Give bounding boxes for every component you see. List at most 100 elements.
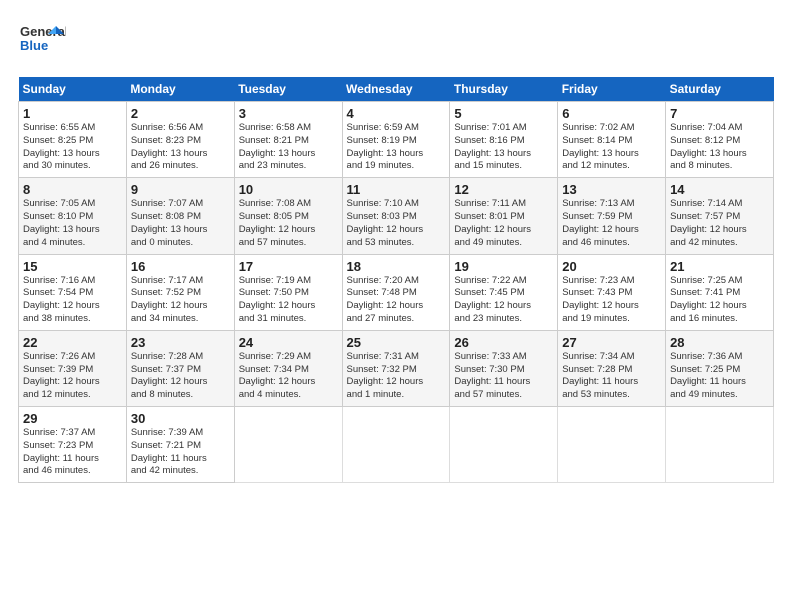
day-info: Sunrise: 6:58 AM Sunset: 8:21 PM Dayligh… <box>239 122 338 173</box>
day-info: Sunrise: 7:28 AM Sunset: 7:37 PM Dayligh… <box>131 351 230 402</box>
day-number: 21 <box>670 259 769 274</box>
col-tuesday: Tuesday <box>234 77 342 102</box>
table-row: 12Sunrise: 7:11 AM Sunset: 8:01 PM Dayli… <box>450 178 558 254</box>
day-number: 7 <box>670 106 769 121</box>
day-number: 25 <box>347 335 446 350</box>
table-row <box>450 407 558 483</box>
day-number: 28 <box>670 335 769 350</box>
day-info: Sunrise: 7:29 AM Sunset: 7:34 PM Dayligh… <box>239 351 338 402</box>
day-number: 11 <box>347 182 446 197</box>
header: General Blue <box>18 18 774 67</box>
col-thursday: Thursday <box>450 77 558 102</box>
day-info: Sunrise: 7:22 AM Sunset: 7:45 PM Dayligh… <box>454 275 553 326</box>
table-row: 13Sunrise: 7:13 AM Sunset: 7:59 PM Dayli… <box>558 178 666 254</box>
day-number: 24 <box>239 335 338 350</box>
table-row: 10Sunrise: 7:08 AM Sunset: 8:05 PM Dayli… <box>234 178 342 254</box>
day-info: Sunrise: 7:26 AM Sunset: 7:39 PM Dayligh… <box>23 351 122 402</box>
day-number: 6 <box>562 106 661 121</box>
table-row: 19Sunrise: 7:22 AM Sunset: 7:45 PM Dayli… <box>450 254 558 330</box>
day-info: Sunrise: 7:25 AM Sunset: 7:41 PM Dayligh… <box>670 275 769 326</box>
table-row <box>558 407 666 483</box>
logo: General Blue <box>18 18 66 67</box>
calendar-table: Sunday Monday Tuesday Wednesday Thursday… <box>18 77 774 483</box>
day-number: 27 <box>562 335 661 350</box>
table-row: 7Sunrise: 7:04 AM Sunset: 8:12 PM Daylig… <box>666 102 774 178</box>
day-number: 13 <box>562 182 661 197</box>
table-row: 27Sunrise: 7:34 AM Sunset: 7:28 PM Dayli… <box>558 330 666 406</box>
day-number: 2 <box>131 106 230 121</box>
day-info: Sunrise: 7:19 AM Sunset: 7:50 PM Dayligh… <box>239 275 338 326</box>
day-number: 26 <box>454 335 553 350</box>
table-row: 5Sunrise: 7:01 AM Sunset: 8:16 PM Daylig… <box>450 102 558 178</box>
day-number: 29 <box>23 411 122 426</box>
table-row: 26Sunrise: 7:33 AM Sunset: 7:30 PM Dayli… <box>450 330 558 406</box>
day-info: Sunrise: 6:59 AM Sunset: 8:19 PM Dayligh… <box>347 122 446 173</box>
day-info: Sunrise: 7:16 AM Sunset: 7:54 PM Dayligh… <box>23 275 122 326</box>
table-row: 20Sunrise: 7:23 AM Sunset: 7:43 PM Dayli… <box>558 254 666 330</box>
day-number: 22 <box>23 335 122 350</box>
table-row: 28Sunrise: 7:36 AM Sunset: 7:25 PM Dayli… <box>666 330 774 406</box>
table-row: 3Sunrise: 6:58 AM Sunset: 8:21 PM Daylig… <box>234 102 342 178</box>
table-row <box>666 407 774 483</box>
table-row: 30Sunrise: 7:39 AM Sunset: 7:21 PM Dayli… <box>126 407 234 483</box>
page: General Blue Sunday Monday Tuesday Wedne… <box>0 0 792 612</box>
table-row: 9Sunrise: 7:07 AM Sunset: 8:08 PM Daylig… <box>126 178 234 254</box>
day-number: 8 <box>23 182 122 197</box>
table-row: 1Sunrise: 6:55 AM Sunset: 8:25 PM Daylig… <box>19 102 127 178</box>
col-saturday: Saturday <box>666 77 774 102</box>
table-row: 15Sunrise: 7:16 AM Sunset: 7:54 PM Dayli… <box>19 254 127 330</box>
day-info: Sunrise: 7:31 AM Sunset: 7:32 PM Dayligh… <box>347 351 446 402</box>
table-row: 21Sunrise: 7:25 AM Sunset: 7:41 PM Dayli… <box>666 254 774 330</box>
day-info: Sunrise: 7:37 AM Sunset: 7:23 PM Dayligh… <box>23 427 122 478</box>
day-info: Sunrise: 7:33 AM Sunset: 7:30 PM Dayligh… <box>454 351 553 402</box>
col-monday: Monday <box>126 77 234 102</box>
day-number: 4 <box>347 106 446 121</box>
day-number: 18 <box>347 259 446 274</box>
day-info: Sunrise: 7:05 AM Sunset: 8:10 PM Dayligh… <box>23 198 122 249</box>
day-number: 10 <box>239 182 338 197</box>
day-number: 19 <box>454 259 553 274</box>
day-info: Sunrise: 7:13 AM Sunset: 7:59 PM Dayligh… <box>562 198 661 249</box>
day-info: Sunrise: 7:11 AM Sunset: 8:01 PM Dayligh… <box>454 198 553 249</box>
day-info: Sunrise: 7:39 AM Sunset: 7:21 PM Dayligh… <box>131 427 230 478</box>
day-info: Sunrise: 7:14 AM Sunset: 7:57 PM Dayligh… <box>670 198 769 249</box>
col-friday: Friday <box>558 77 666 102</box>
day-info: Sunrise: 7:23 AM Sunset: 7:43 PM Dayligh… <box>562 275 661 326</box>
day-number: 17 <box>239 259 338 274</box>
logo-icon: General Blue <box>18 18 66 62</box>
day-info: Sunrise: 7:08 AM Sunset: 8:05 PM Dayligh… <box>239 198 338 249</box>
day-info: Sunrise: 7:02 AM Sunset: 8:14 PM Dayligh… <box>562 122 661 173</box>
table-row: 14Sunrise: 7:14 AM Sunset: 7:57 PM Dayli… <box>666 178 774 254</box>
table-row: 4Sunrise: 6:59 AM Sunset: 8:19 PM Daylig… <box>342 102 450 178</box>
day-info: Sunrise: 7:10 AM Sunset: 8:03 PM Dayligh… <box>347 198 446 249</box>
table-row <box>234 407 342 483</box>
table-row <box>342 407 450 483</box>
table-row: 16Sunrise: 7:17 AM Sunset: 7:52 PM Dayli… <box>126 254 234 330</box>
day-number: 14 <box>670 182 769 197</box>
day-info: Sunrise: 7:17 AM Sunset: 7:52 PM Dayligh… <box>131 275 230 326</box>
day-number: 30 <box>131 411 230 426</box>
day-info: Sunrise: 7:07 AM Sunset: 8:08 PM Dayligh… <box>131 198 230 249</box>
day-number: 1 <box>23 106 122 121</box>
day-number: 5 <box>454 106 553 121</box>
day-info: Sunrise: 7:01 AM Sunset: 8:16 PM Dayligh… <box>454 122 553 173</box>
table-row: 24Sunrise: 7:29 AM Sunset: 7:34 PM Dayli… <box>234 330 342 406</box>
table-row: 18Sunrise: 7:20 AM Sunset: 7:48 PM Dayli… <box>342 254 450 330</box>
header-row: Sunday Monday Tuesday Wednesday Thursday… <box>19 77 774 102</box>
table-row: 17Sunrise: 7:19 AM Sunset: 7:50 PM Dayli… <box>234 254 342 330</box>
table-row: 25Sunrise: 7:31 AM Sunset: 7:32 PM Dayli… <box>342 330 450 406</box>
day-info: Sunrise: 7:34 AM Sunset: 7:28 PM Dayligh… <box>562 351 661 402</box>
day-info: Sunrise: 7:36 AM Sunset: 7:25 PM Dayligh… <box>670 351 769 402</box>
day-number: 12 <box>454 182 553 197</box>
table-row: 6Sunrise: 7:02 AM Sunset: 8:14 PM Daylig… <box>558 102 666 178</box>
col-sunday: Sunday <box>19 77 127 102</box>
table-row: 2Sunrise: 6:56 AM Sunset: 8:23 PM Daylig… <box>126 102 234 178</box>
table-row: 23Sunrise: 7:28 AM Sunset: 7:37 PM Dayli… <box>126 330 234 406</box>
svg-text:Blue: Blue <box>20 38 48 53</box>
day-info: Sunrise: 6:55 AM Sunset: 8:25 PM Dayligh… <box>23 122 122 173</box>
day-number: 15 <box>23 259 122 274</box>
table-row: 22Sunrise: 7:26 AM Sunset: 7:39 PM Dayli… <box>19 330 127 406</box>
day-number: 16 <box>131 259 230 274</box>
table-row: 8Sunrise: 7:05 AM Sunset: 8:10 PM Daylig… <box>19 178 127 254</box>
table-row: 29Sunrise: 7:37 AM Sunset: 7:23 PM Dayli… <box>19 407 127 483</box>
